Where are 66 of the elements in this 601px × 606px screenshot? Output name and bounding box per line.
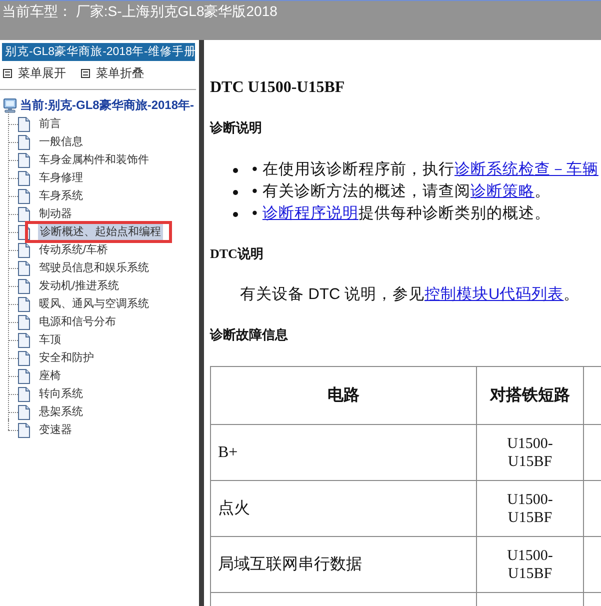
doc-link[interactable]: 诊断系统检查－车辆	[454, 161, 598, 178]
bullet-text: • 在使用该诊断程序前，执行诊断系统检查－车辆	[252, 160, 598, 180]
list-icon	[3, 68, 12, 78]
document-icon	[18, 152, 30, 168]
tree-item[interactable]: 电源和信号分布	[38, 315, 117, 329]
tree-root-label[interactable]: 当前:别克-GL8豪华商旅-2018年-	[20, 98, 194, 112]
table-cell: U1500-U15BF	[476, 424, 584, 480]
menu-action-button[interactable]: 菜单折叠	[81, 66, 144, 80]
car-model-label: 当前车型： 厂家:S-上海别克GL8豪华版2018	[2, 2, 278, 20]
bullet-icon	[233, 212, 238, 216]
menu-action-button[interactable]: 菜单展开	[3, 66, 66, 80]
document-icon	[18, 278, 30, 294]
dtc-description: 有关设备 DTC 说明，参见控制模块U代码列表。	[240, 285, 581, 305]
table-cell: 局域互联网串行数据	[210, 536, 476, 592]
tree-item[interactable]: 车身修理	[38, 171, 84, 185]
column-header: 对搭铁短路	[476, 366, 584, 424]
list-icon	[81, 68, 90, 78]
dtc-title: DTC U1500-U15BF	[210, 78, 346, 98]
section-heading: DTC说明	[210, 245, 264, 263]
doc-link[interactable]: 控制模块U代码列表	[424, 286, 564, 303]
table-cell: U1500-U15BF	[476, 480, 584, 536]
tree-item[interactable]: 变速器	[38, 423, 73, 437]
tree-item[interactable]: 驾驶员信息和娱乐系统	[38, 261, 150, 275]
tree-item[interactable]: 传动系统/车桥	[38, 243, 110, 257]
tree-item[interactable]: 一般信息	[38, 135, 84, 149]
tree-item[interactable]: 车身系统	[38, 189, 84, 203]
doc-link[interactable]: 诊断策略	[470, 183, 534, 200]
bullet-text: • 有关诊断方法的概述，请查阅诊断策略。	[252, 182, 550, 202]
table-cell: B+	[210, 424, 476, 480]
bullet-text: • 诊断程序说明提供每种诊断类别的概述。	[252, 204, 550, 224]
table-cell: 点火	[210, 480, 476, 536]
document-icon	[18, 242, 30, 258]
document-icon	[18, 170, 30, 186]
document-icon	[18, 422, 30, 438]
tree-item[interactable]: 车顶	[38, 333, 62, 347]
tree-item[interactable]: 车身金属构件和装饰件	[38, 153, 150, 167]
document-icon	[18, 368, 30, 384]
document-icon	[18, 206, 30, 222]
bullet-icon	[233, 190, 238, 194]
tree-item[interactable]: 转向系统	[38, 387, 84, 401]
document-icon	[18, 134, 30, 150]
doc-link[interactable]: 诊断程序说明	[262, 205, 358, 222]
document-icon	[18, 260, 30, 276]
tree-item[interactable]: 座椅	[38, 369, 62, 383]
document-icon	[18, 386, 30, 402]
document-icon	[18, 350, 30, 366]
section-heading: 诊断说明	[210, 119, 263, 137]
document-icon	[18, 296, 30, 312]
document-icon	[18, 188, 30, 204]
manual-title-bar: 别克-GL8豪华商旅-2018年-维修手册	[2, 43, 195, 61]
tree-item[interactable]: 制动器	[38, 207, 73, 221]
tree-item[interactable]: 发动机/推进系统	[38, 279, 120, 293]
tree-item[interactable]: 悬架系统	[38, 405, 84, 419]
computer-icon	[3, 98, 17, 112]
tree-item[interactable]: 诊断概述、起始点和编程	[38, 224, 163, 240]
document-icon	[18, 116, 30, 132]
column-header: 电路	[210, 366, 476, 424]
table-cell: U1500-U15BF	[476, 536, 584, 592]
tree-item[interactable]: 暖风、通风与空调系统	[38, 297, 150, 311]
tree-item[interactable]: 安全和防护	[38, 351, 95, 365]
section-heading: 诊断故障信息	[210, 326, 289, 344]
document-icon	[18, 332, 30, 348]
document-icon	[18, 314, 30, 330]
tree-item[interactable]: 前言	[38, 117, 62, 131]
document-icon	[18, 404, 30, 420]
bullet-icon	[233, 168, 238, 172]
